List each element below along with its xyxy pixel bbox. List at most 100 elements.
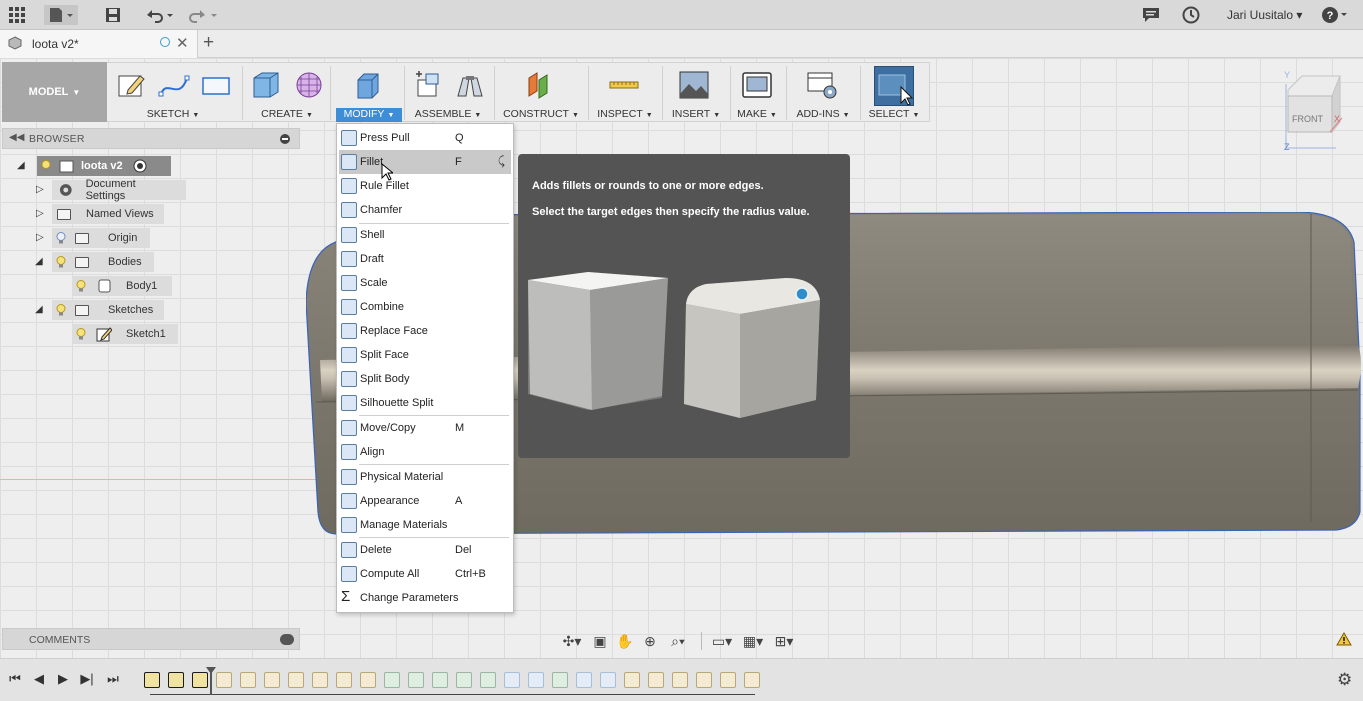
menu-item-press-pull[interactable]: Press Pull Q [337,126,513,150]
visibility-bulb-icon[interactable] [56,256,66,268]
menu-item-fillet[interactable]: Fillet F ⤹ [339,150,511,174]
line-tool-icon[interactable] [158,70,190,100]
assemble-menu[interactable]: ASSEMBLE ▼ [410,108,486,122]
timeline-feature-icon[interactable] [216,672,232,688]
zoom-window-icon[interactable]: ⌕▾ [664,632,692,650]
timeline-feature-icon[interactable] [528,672,544,688]
extrude-icon[interactable] [250,70,282,100]
viewports-icon[interactable]: ⊞▾ [770,632,798,650]
menu-item-combine[interactable]: Combine [337,295,513,319]
offset-plane-icon[interactable] [525,70,557,100]
visibility-bulb-icon[interactable] [76,280,86,292]
timeline-feature-icon[interactable] [504,672,520,688]
collapse-panel-icon[interactable]: ◀◀ [9,132,24,143]
activate-radio-icon[interactable] [133,159,147,173]
select-tool-button[interactable] [874,66,914,106]
insert-image-icon[interactable] [678,70,710,100]
create-menu[interactable]: CREATE ▼ [254,108,320,122]
pan-hand-icon[interactable]: ✋ [614,632,636,650]
apps-grid-icon[interactable] [6,5,28,25]
construct-menu[interactable]: CONSTRUCT ▼ [500,108,582,122]
pin-to-toolbar-icon[interactable]: ⤹ [498,154,505,169]
3d-print-icon[interactable] [741,70,773,100]
timeline-feature-icon[interactable] [720,672,736,688]
expand-triangle-icon[interactable]: ▷ [36,232,44,243]
press-pull-toolbar-icon[interactable] [352,70,384,100]
timeline-marker-icon[interactable] [206,667,216,695]
timeline-feature-icon[interactable] [312,672,328,688]
menu-item-replace-face[interactable]: Replace Face [337,319,513,343]
menu-item-chamfer[interactable]: Chamfer [337,198,513,222]
timeline-feature-icon[interactable] [456,672,472,688]
add-comment-icon[interactable] [280,634,294,645]
menu-item-draft[interactable]: Draft [337,247,513,271]
display-settings-icon[interactable]: ▭▾ [708,632,736,650]
timeline-feature-icon[interactable] [480,672,496,688]
timeline-feature-icon[interactable] [744,672,760,688]
timeline-feature-icon[interactable] [384,672,400,688]
sketch-menu[interactable]: SKETCH ▼ [140,108,206,122]
visibility-bulb-icon[interactable] [76,328,86,340]
menu-item-split-body[interactable]: Split Body [337,367,513,391]
timeline-feature-icon[interactable] [336,672,352,688]
document-tab[interactable]: loota v2* ✕ [0,30,198,58]
menu-item-move-copy[interactable]: Move/Copy M [337,416,513,440]
new-component-icon[interactable] [412,70,444,100]
form-icon[interactable] [292,70,324,100]
timeline-feature-icon[interactable] [288,672,304,688]
expand-triangle-icon[interactable]: ◢ [17,160,25,171]
notifications-icon[interactable] [1140,5,1162,25]
expand-triangle-icon[interactable]: ◢ [35,256,43,267]
go-to-end-icon[interactable]: ⏭ [104,671,122,687]
view-cube[interactable]: FRONT Y X Z [1282,70,1352,152]
workspace-switcher[interactable]: MODEL ▼ [2,62,107,122]
orbit-icon[interactable]: ✣▾ [558,632,586,650]
job-status-clock-icon[interactable] [1180,5,1202,25]
timeline-feature-icon[interactable] [240,672,256,688]
look-at-icon[interactable]: ▣ [589,632,611,650]
menu-item-physical-material[interactable]: Physical Material [337,465,513,489]
warning-icon[interactable] [1336,632,1352,646]
timeline-feature-icon[interactable] [648,672,664,688]
insert-menu[interactable]: INSERT ▼ [668,108,724,122]
joint-icon[interactable] [454,70,486,100]
play-icon[interactable]: ▶ [54,671,72,687]
timeline-settings-gear-icon[interactable]: ⚙ [1337,670,1352,690]
timeline-feature-icon[interactable] [576,672,592,688]
help-icon[interactable]: ? [1320,5,1350,25]
menu-item-change-parameters[interactable]: Σ Change Parameters [337,586,513,610]
scripts-add-ins-icon[interactable] [806,70,838,100]
step-back-icon[interactable]: ◀ [30,671,48,687]
timeline-feature-icon[interactable] [696,672,712,688]
menu-item-align[interactable]: Align [337,440,513,464]
redo-icon[interactable] [186,5,220,25]
menu-item-manage-materials[interactable]: Manage Materials [337,513,513,537]
menu-item-scale[interactable]: Scale [337,271,513,295]
menu-item-split-face[interactable]: Split Face [337,343,513,367]
expand-triangle-icon[interactable]: ▷ [36,184,44,195]
timeline-feature-icon[interactable] [408,672,424,688]
menu-item-shell[interactable]: Shell [337,223,513,247]
timeline-feature-icon[interactable] [360,672,376,688]
save-icon[interactable] [102,5,124,25]
minimize-panel-icon[interactable] [280,134,290,144]
comments-panel-header[interactable]: COMMENTS [2,628,300,650]
timeline-feature-icon[interactable] [264,672,280,688]
timeline-feature-icon[interactable] [672,672,688,688]
visibility-bulb-off-icon[interactable] [56,232,66,244]
close-tab-icon[interactable]: ✕ [176,34,189,52]
undo-icon[interactable] [142,5,176,25]
expand-triangle-icon[interactable]: ▷ [36,208,44,219]
go-to-start-icon[interactable]: ⏮ [6,671,24,687]
add-ins-menu[interactable]: ADD-INS ▼ [792,108,854,122]
new-tab-icon[interactable]: + [203,32,214,54]
timeline-extrude-feature-icon[interactable] [168,672,184,688]
timeline-feature-icon[interactable] [624,672,640,688]
grid-settings-icon[interactable]: ▦▾ [739,632,767,650]
inspect-menu[interactable]: INSPECT ▼ [594,108,656,122]
timeline-feature-icon[interactable] [432,672,448,688]
measure-icon[interactable] [608,70,640,100]
step-forward-icon[interactable]: ▶| [78,671,96,687]
file-menu-icon[interactable] [44,5,78,25]
menu-item-rule-fillet[interactable]: Rule Fillet [337,174,513,198]
